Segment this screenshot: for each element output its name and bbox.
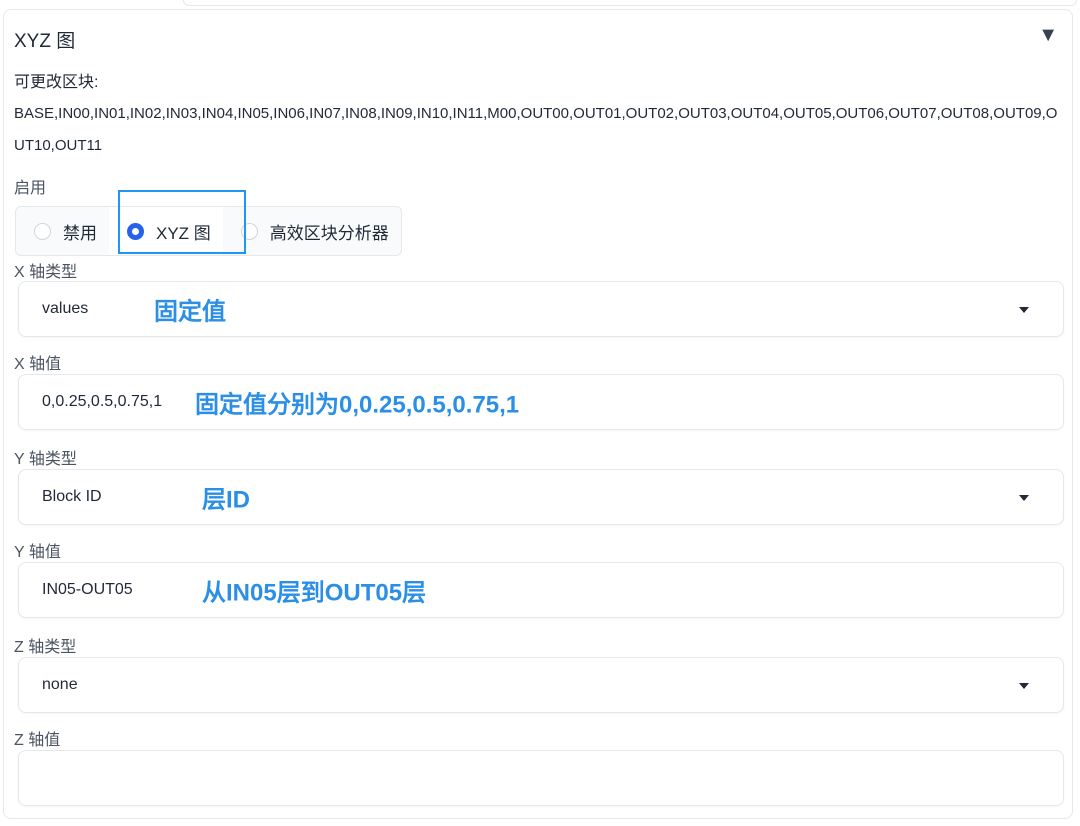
dropdown-arrow-icon xyxy=(1019,307,1029,313)
y-axis-type-annotation: 层ID xyxy=(202,486,250,514)
dropdown-arrow-icon xyxy=(1019,683,1029,689)
z-axis-type-value: none xyxy=(42,676,78,693)
z-axis-type-dropdown[interactable]: none xyxy=(18,657,1064,713)
radio-checked-icon xyxy=(127,222,144,240)
y-axis-value-text: IN05-OUT05 xyxy=(42,581,133,598)
radio-label-disabled: 禁用 xyxy=(63,223,97,243)
xyz-plot-panel: XYZ 图 ▼ 可更改区块: BASE,IN00,IN01,IN02,IN03,… xyxy=(3,9,1073,819)
x-axis-value-text: 0,0.25,0.5,0.75,1 xyxy=(42,393,163,410)
radio-label-xyz-plot: XYZ 图 xyxy=(156,223,211,243)
x-axis-type-annotation: 固定值 xyxy=(154,298,226,326)
radio-option-disabled[interactable]: 禁用 xyxy=(16,207,109,255)
radio-label-block-analyzer: 高效区块分析器 xyxy=(269,223,389,243)
x-axis-type-label: X 轴类型 xyxy=(14,264,78,281)
y-axis-type-dropdown[interactable]: Block ID 层ID xyxy=(18,469,1064,525)
dropdown-arrow-icon xyxy=(1019,495,1029,501)
enable-label: 启用 xyxy=(14,180,47,197)
y-axis-value-annotation: 从IN05层到OUT05层 xyxy=(202,579,427,607)
enable-radio-group: 禁用 XYZ 图 高效区块分析器 xyxy=(15,206,402,256)
radio-option-block-analyzer[interactable]: 高效区块分析器 xyxy=(223,207,401,255)
z-axis-value-input[interactable] xyxy=(18,750,1064,806)
y-axis-type-value: Block ID xyxy=(42,488,102,505)
x-axis-value-label: X 轴值 xyxy=(14,356,62,373)
panel-title: XYZ 图 xyxy=(14,31,76,52)
x-axis-type-dropdown[interactable]: values 固定值 xyxy=(18,281,1064,337)
y-axis-value-label: Y 轴值 xyxy=(14,544,61,561)
x-axis-value-input[interactable]: 0,0.25,0.5,0.75,1 固定值分别为0,0.25,0.5,0.75,… xyxy=(18,374,1064,430)
z-axis-value-label: Z 轴值 xyxy=(14,732,61,749)
z-axis-type-label: Z 轴类型 xyxy=(14,639,77,656)
changeable-blocks-label: 可更改区块: xyxy=(14,74,99,91)
x-axis-value-annotation: 固定值分别为0,0.25,0.5,0.75,1 xyxy=(195,391,520,419)
changeable-blocks-list: BASE,IN00,IN01,IN02,IN03,IN04,IN05,IN06,… xyxy=(14,105,1058,154)
y-axis-value-input[interactable]: IN05-OUT05 从IN05层到OUT05层 xyxy=(18,562,1064,618)
radio-option-xyz-plot[interactable]: XYZ 图 xyxy=(109,207,223,255)
previous-panel-edge xyxy=(183,0,1077,6)
radio-unchecked-icon xyxy=(34,222,51,240)
radio-unchecked-icon xyxy=(240,222,258,240)
collapse-triangle-icon[interactable]: ▼ xyxy=(1038,24,1058,47)
x-axis-type-value: values xyxy=(42,300,89,317)
y-axis-type-label: Y 轴类型 xyxy=(14,451,77,468)
